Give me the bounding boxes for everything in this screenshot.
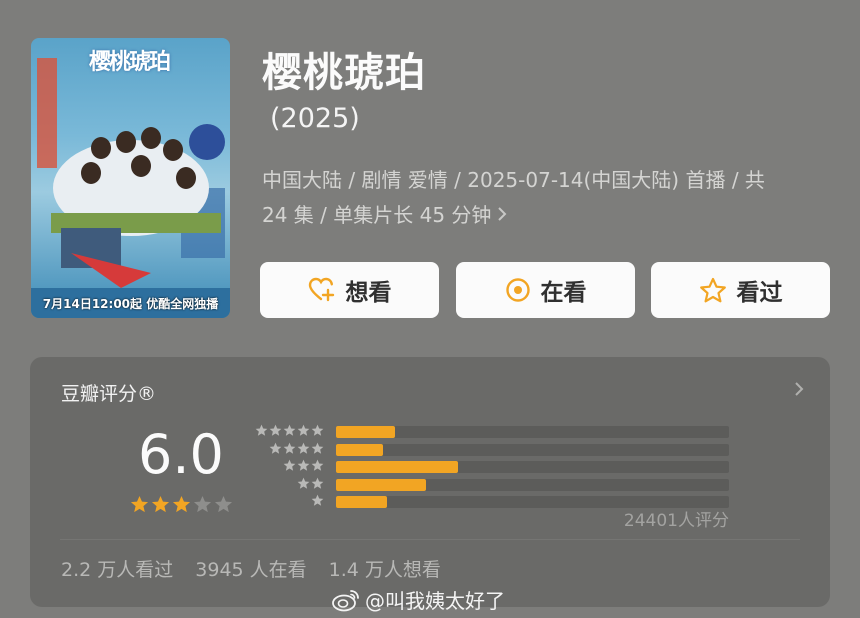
star-small-icon	[311, 477, 324, 489]
star-small-icon	[297, 424, 310, 436]
audience-stats: 2.2 万人看过 3945 人在看 1.4 万人想看	[61, 555, 441, 582]
watermark-text: @叫我姨太好了	[365, 589, 505, 613]
star-small-icon	[283, 459, 296, 471]
watched-button[interactable]: 看过	[651, 262, 830, 318]
bar-fill	[336, 461, 458, 473]
poster-title-art: 樱桃琥珀	[89, 50, 171, 75]
rating-label: 豆瓣评分®	[61, 383, 157, 405]
rating-bar-5-star	[255, 424, 732, 439]
star-small-icon	[311, 442, 324, 454]
star-filled-icon	[130, 495, 149, 513]
star-small-icon	[297, 459, 310, 471]
page-title: 樱桃琥珀	[262, 50, 426, 96]
star-filled-icon	[172, 495, 191, 513]
star-small-icon	[255, 424, 268, 436]
heart-plus-icon	[308, 277, 334, 302]
bar-stars	[283, 459, 324, 472]
meta-line-2: 24 集 / 单集片长 45 分钟	[262, 203, 492, 227]
bar-track	[336, 461, 729, 473]
bar-fill	[336, 426, 395, 438]
poster-image[interactable]: 樱桃琥珀 7月14日12:00起 优酷全网独播	[31, 38, 230, 318]
star-small-icon	[297, 442, 310, 454]
star-empty-icon	[193, 495, 212, 513]
rating-stars	[130, 495, 233, 514]
want-to-watch-button[interactable]: 想看	[260, 262, 439, 318]
weibo-logo-icon	[332, 589, 359, 611]
rating-score: 6.0	[138, 423, 224, 486]
star-small-icon	[283, 424, 296, 436]
watched-label: 看过	[736, 280, 783, 306]
bar-fill	[336, 478, 427, 491]
meta-info[interactable]: 中国大陆 / 剧情 爱情 / 2025-07-14(中国大陆) 首播 / 共 2…	[262, 163, 822, 233]
rating-bar-4-star	[256, 442, 732, 457]
release-year: (2025)	[270, 103, 360, 134]
bar-stars	[311, 494, 324, 507]
star-small-icon	[269, 424, 282, 436]
watching-count: 3945 人在看	[195, 559, 307, 581]
star-outline-icon	[699, 277, 726, 302]
bar-fill	[336, 443, 384, 456]
rating-card[interactable]: 豆瓣评分® 6.0 24401人评分 2.2 万人看过 3945 人在看 1.4…	[30, 357, 830, 607]
star-small-icon	[283, 442, 296, 454]
divider	[60, 539, 800, 540]
bar-track	[336, 443, 729, 456]
watched-count: 2.2 万人看过	[61, 559, 174, 581]
bar-stars	[297, 477, 324, 490]
rating-count: 24401人评分	[623, 511, 729, 531]
bar-stars	[269, 442, 324, 455]
watching-label: 在看	[540, 280, 587, 306]
want-count: 1.4 万人想看	[328, 559, 441, 581]
weibo-watermark: @叫我姨太好了	[331, 585, 505, 614]
watching-button[interactable]: 在看	[456, 262, 635, 318]
poster-artwork	[31, 58, 230, 318]
bar-track	[336, 426, 729, 438]
chevron-right-icon[interactable]	[794, 381, 804, 401]
bar-fill	[336, 496, 388, 508]
star-filled-icon	[151, 495, 170, 513]
meta-line-1: 中国大陆 / 剧情 爱情 / 2025-07-14(中国大陆) 首播 / 共	[262, 168, 765, 192]
star-small-icon	[269, 442, 282, 454]
star-small-icon	[311, 494, 324, 506]
rating-bar-2-star	[256, 477, 732, 492]
rating-bar-3-star	[256, 459, 732, 474]
poster-caption: 7月14日12:00起 优酷全网独播	[42, 297, 219, 311]
star-small-icon	[311, 459, 324, 471]
bar-track	[336, 478, 729, 491]
star-small-icon	[311, 424, 324, 436]
target-circle-icon	[505, 278, 530, 302]
chevron-right-icon	[497, 198, 507, 233]
want-to-watch-label: 想看	[345, 280, 392, 306]
bar-stars	[255, 424, 324, 437]
star-empty-icon	[214, 495, 233, 513]
star-small-icon	[297, 477, 310, 489]
